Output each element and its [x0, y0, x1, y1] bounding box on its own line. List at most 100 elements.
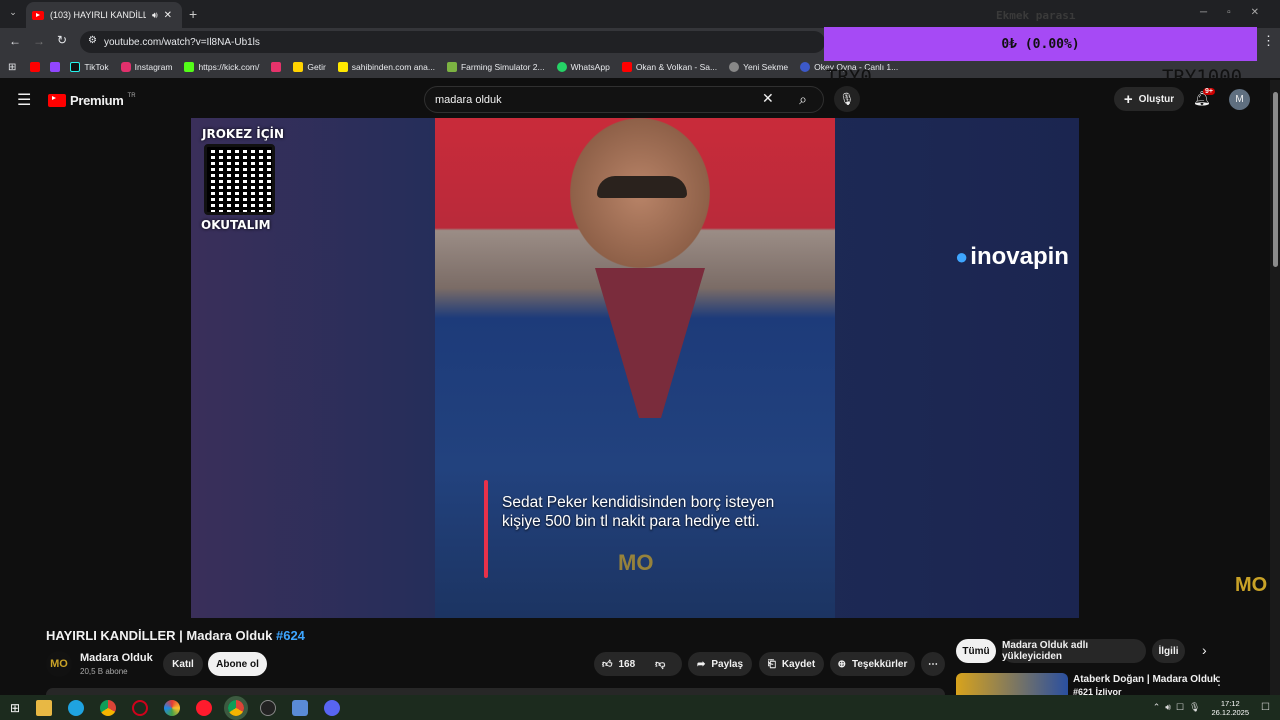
video-watermark: MO	[618, 550, 654, 575]
create-button[interactable]: + Oluştur	[1114, 87, 1184, 111]
chevron-right-icon[interactable]: ›	[1202, 642, 1207, 658]
youtube-logo[interactable]: Premium TR	[48, 93, 136, 108]
bookmark-tiktok[interactable]: TikTok	[70, 62, 109, 72]
like-icon[interactable]: 👍︎	[602, 658, 612, 670]
back-icon[interactable]: ←	[9, 34, 21, 48]
address-bar[interactable]: ⚙ youtube.com/watch?v=Il8NA-Ub1ls	[80, 31, 825, 53]
obs-icon[interactable]	[260, 699, 277, 716]
bookmark-app-icon[interactable]	[271, 62, 282, 72]
reload-icon[interactable]: ↻	[57, 33, 67, 47]
bookmark-twitch-icon[interactable]	[50, 62, 61, 72]
bookmark-okan-volkan[interactable]: Okan & Volkan - Sa...	[621, 62, 718, 72]
create-label: Oluştur	[1138, 93, 1175, 105]
voice-search-button[interactable]: 🎙︎	[834, 86, 860, 112]
system-tray-icons[interactable]: ⌃🔊︎☐🎙︎	[1153, 702, 1206, 713]
bookmark-getir[interactable]: Getir	[293, 62, 326, 72]
bookmark-youtube-icon[interactable]	[30, 62, 41, 72]
like-count[interactable]: 168	[618, 659, 635, 670]
video-frame	[435, 118, 835, 618]
chip-uploader[interactable]: Madara Olduk adlı yükleyiciden	[1002, 639, 1146, 663]
save-button[interactable]: ⎗ Kaydet	[759, 652, 824, 676]
url-text: youtube.com/watch?v=Il8NA-Ub1ls	[104, 36, 260, 48]
start-icon[interactable]: ⊞	[10, 701, 20, 715]
bookmark-sahibinden[interactable]: sahibinden.com ana...	[337, 62, 435, 72]
share-label: Paylaş	[711, 658, 744, 670]
chip-all[interactable]: Tümü	[956, 639, 996, 663]
app-2-icon[interactable]	[292, 699, 309, 716]
notification-badge: 9+	[1203, 88, 1215, 95]
sponsor-logo: ● inovapin	[955, 243, 1069, 271]
description-box[interactable]	[46, 688, 945, 695]
like-dislike-group: 👍︎ 168 👎︎	[594, 652, 682, 676]
scrollbar-thumb[interactable]	[1273, 92, 1278, 267]
channel-avatar[interactable]: MO	[46, 651, 72, 677]
search-icon: ⌕	[799, 91, 807, 107]
clock-date: 26.12.2025	[1211, 707, 1250, 717]
bookmark-farming[interactable]: Farming Simulator 2...	[446, 62, 545, 72]
bookmark-new-tab[interactable]: Yeni Sekme	[729, 62, 788, 72]
okey-icon	[800, 62, 811, 72]
notification-center-icon[interactable]: ☐	[1261, 702, 1270, 713]
new-tab-button[interactable]: +	[189, 6, 197, 22]
person-shirt	[595, 268, 705, 418]
related-thumbnail[interactable]	[956, 673, 1068, 695]
caption-accent-bar	[484, 480, 488, 578]
share-button[interactable]: ➦ Paylaş	[688, 652, 752, 676]
opera-gx-icon[interactable]	[132, 699, 149, 716]
subscriber-count: 20,5 B abone	[80, 667, 128, 676]
browser-tab[interactable]: (103) HAYIRLI KANDİLLER | 🔊︎ ✕	[26, 2, 182, 28]
related-title[interactable]: Ataberk Doğan | Madara Olduk	[1073, 674, 1219, 685]
bookmark-label: Okan & Volkan - Sa...	[635, 62, 718, 72]
search-value: madara olduk	[435, 93, 502, 106]
apps-icon[interactable]: ⊞	[8, 62, 16, 73]
forward-icon[interactable]: →	[33, 34, 45, 48]
windows-taskbar: ⊞ ⌃🔊︎☐🎙︎ 17:12 26.12.2025 ☐	[0, 695, 1280, 720]
channel-name[interactable]: Madara Olduk	[80, 652, 153, 664]
app-icon[interactable]	[164, 699, 181, 716]
video-hashtag[interactable]: #624	[276, 628, 305, 643]
clear-search-icon[interactable]: ✕	[762, 90, 774, 107]
bookmark-label: Farming Simulator 2...	[460, 62, 545, 72]
window-controls[interactable]: ─▫✕	[1200, 7, 1279, 18]
hamburger-menu-icon[interactable]: ☰	[17, 90, 31, 110]
bookmark-whatsapp[interactable]: WhatsApp	[556, 62, 610, 72]
plus-icon: +	[1123, 90, 1133, 108]
speaker-icon[interactable]: 🔊︎	[152, 10, 158, 21]
sponsor-text: inovapin	[970, 243, 1069, 270]
edge-icon[interactable]	[68, 699, 85, 716]
site-info-icon[interactable]: ⚙	[88, 35, 97, 46]
channel-watermark: MO	[1235, 574, 1268, 596]
video-title-text: HAYIRLI KANDİLLER | Madara Olduk	[46, 628, 273, 643]
save-label: Kaydet	[781, 658, 816, 670]
chrome-active-icon[interactable]	[224, 695, 249, 720]
avatar[interactable]: M	[1229, 89, 1250, 110]
menu-icon[interactable]: ⋮	[1262, 33, 1275, 49]
region-code: TR	[127, 92, 136, 99]
globe-icon	[729, 62, 740, 72]
bookmark-kick[interactable]: https://kick.com/	[184, 62, 259, 72]
bookmark-instagram[interactable]: Instagram	[120, 62, 173, 72]
related-menu-icon[interactable]: ⋮	[1213, 674, 1225, 688]
more-actions-button[interactable]: ⋯	[921, 652, 945, 676]
file-explorer-icon[interactable]	[36, 699, 53, 716]
video-title: HAYIRLI KANDİLLER | Madara Olduk #624	[46, 628, 305, 643]
clock[interactable]: 17:12 26.12.2025	[1211, 699, 1249, 717]
search-button[interactable]: ⌕	[783, 86, 823, 113]
discord-icon[interactable]	[324, 699, 341, 716]
tab-search-chevron-icon[interactable]: ⌄	[6, 7, 20, 21]
logo-text: Premium	[70, 93, 124, 108]
qr-top-text: JROKEZ İÇİN	[202, 127, 285, 141]
bookmark-icon: ⎗	[767, 658, 776, 670]
opera-icon[interactable]	[196, 699, 213, 716]
chrome-icon[interactable]	[100, 699, 117, 716]
thanks-icon: ⊕	[837, 658, 846, 670]
subscribe-button[interactable]: Abone ol	[208, 652, 267, 676]
tab-close-icon[interactable]: ✕	[164, 10, 172, 21]
kick-icon	[184, 62, 195, 72]
chip-related[interactable]: İlgili	[1152, 639, 1185, 663]
bookmark-label: Instagram	[134, 62, 173, 72]
getir-icon	[293, 62, 304, 72]
join-button[interactable]: Katıl	[163, 652, 203, 676]
thanks-button[interactable]: ⊕ Teşekkürler	[830, 652, 915, 676]
dislike-icon[interactable]: 👎︎	[655, 658, 665, 670]
